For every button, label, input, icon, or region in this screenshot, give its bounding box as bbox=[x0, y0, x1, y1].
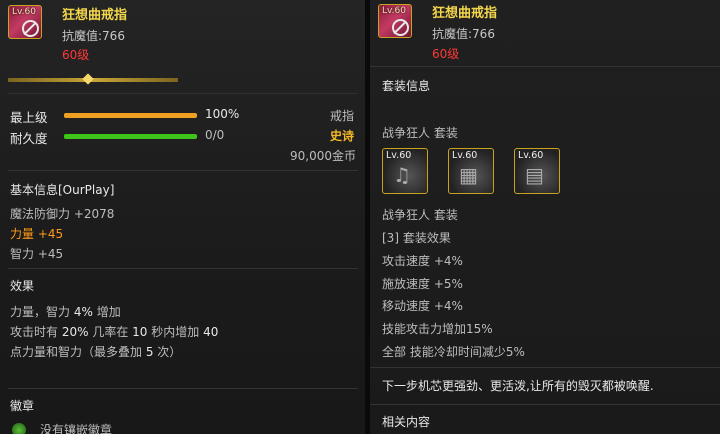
resistance-value: 抗魔值:766 bbox=[432, 27, 495, 41]
item-tooltip-right: Lv.60 狂想曲戒指 抗魔值:766 60级 套装信息 战争狂人 套装 Lv.… bbox=[370, 0, 720, 434]
required-level: 60级 bbox=[432, 47, 460, 61]
set-item-slot-2[interactable]: Lv.60 ▦ bbox=[448, 148, 494, 194]
durability-label: 耐久度 bbox=[10, 131, 48, 146]
set-item-slot-1[interactable]: Lv.60 ♫ bbox=[382, 148, 428, 194]
effect-line-2: 攻击时有 20% 几率在 10 秒内增加 40 bbox=[10, 325, 219, 339]
ring-item-icon[interactable]: Lv.60 bbox=[8, 5, 42, 39]
emblem-slot-icon[interactable] bbox=[12, 423, 26, 434]
emblem-title: 徽章 bbox=[10, 399, 35, 413]
durability-bar bbox=[64, 134, 197, 139]
ring-item-icon[interactable]: Lv.60 bbox=[378, 4, 412, 38]
stat-magic-defense: 魔法防御力 +2078 bbox=[10, 207, 115, 221]
music-notes-icon: ♫ bbox=[393, 163, 411, 187]
effect-line-3: 点力量和智力（最多叠加 5 次） bbox=[10, 345, 182, 359]
helmet-icon: ▤ bbox=[525, 163, 544, 187]
item-tooltip-left: Lv.60 狂想曲戒指 抗魔值:766 60级 最上级 100% 戒指 耐久度 … bbox=[0, 0, 365, 434]
durability-bar-fill bbox=[64, 134, 197, 139]
stat-intelligence: 智力 +45 bbox=[10, 247, 64, 261]
set-name: 战争狂人 套装 bbox=[382, 208, 458, 222]
set-effect-5: 全部 技能冷却时间减少5% bbox=[382, 345, 525, 359]
max-level-bar bbox=[64, 113, 197, 118]
max-level-label: 最上级 bbox=[10, 110, 48, 125]
effect-line-1: 力量，智力 4% 增加 bbox=[10, 305, 121, 319]
sell-price: 90,000金币 bbox=[290, 149, 356, 163]
required-level: 60级 bbox=[62, 48, 90, 62]
set-effect-4: 技能攻击力增加15% bbox=[382, 322, 493, 336]
set-name-top: 战争狂人 套装 bbox=[382, 126, 458, 140]
prohibited-icon bbox=[22, 20, 39, 37]
item-name: 狂想曲戒指 bbox=[432, 6, 498, 21]
max-level-bar-fill bbox=[64, 113, 197, 118]
item-level-badge: Lv.60 bbox=[382, 6, 406, 16]
rarity-label: 史诗 bbox=[330, 129, 355, 143]
stat-strength: 力量 +45 bbox=[10, 227, 64, 241]
emblem-status: 没有镶嵌徽章 bbox=[40, 423, 113, 434]
durability-value: 0/0 bbox=[205, 128, 225, 142]
set-effect-3: 移动速度 +4% bbox=[382, 299, 463, 313]
grade-marker-icon bbox=[82, 73, 94, 85]
item-name: 狂想曲戒指 bbox=[62, 8, 128, 23]
max-level-value: 100% bbox=[205, 107, 240, 121]
set-effect-2: 施放速度 +5% bbox=[382, 277, 463, 291]
armor-icon: ▦ bbox=[459, 163, 478, 187]
set-effect-header: [3] 套装效果 bbox=[382, 231, 451, 245]
item-level-badge: Lv.60 bbox=[12, 7, 36, 17]
related-content-title[interactable]: 相关内容 bbox=[382, 413, 430, 430]
set-effect-1: 攻击速度 +4% bbox=[382, 254, 463, 268]
item-type: 戒指 bbox=[330, 109, 355, 123]
set-info-title: 套装信息 bbox=[382, 79, 431, 93]
flavor-text: 下一步机芯更强劲、更活泼,让所有的毁灭都被唤醒. bbox=[382, 379, 654, 393]
basic-info-title: 基本信息[OurPlay] bbox=[10, 183, 115, 197]
prohibited-icon bbox=[392, 19, 409, 36]
effect-title: 效果 bbox=[10, 279, 35, 293]
resistance-value: 抗魔值:766 bbox=[62, 29, 125, 43]
set-item-slot-3[interactable]: Lv.60 ▤ bbox=[514, 148, 560, 194]
